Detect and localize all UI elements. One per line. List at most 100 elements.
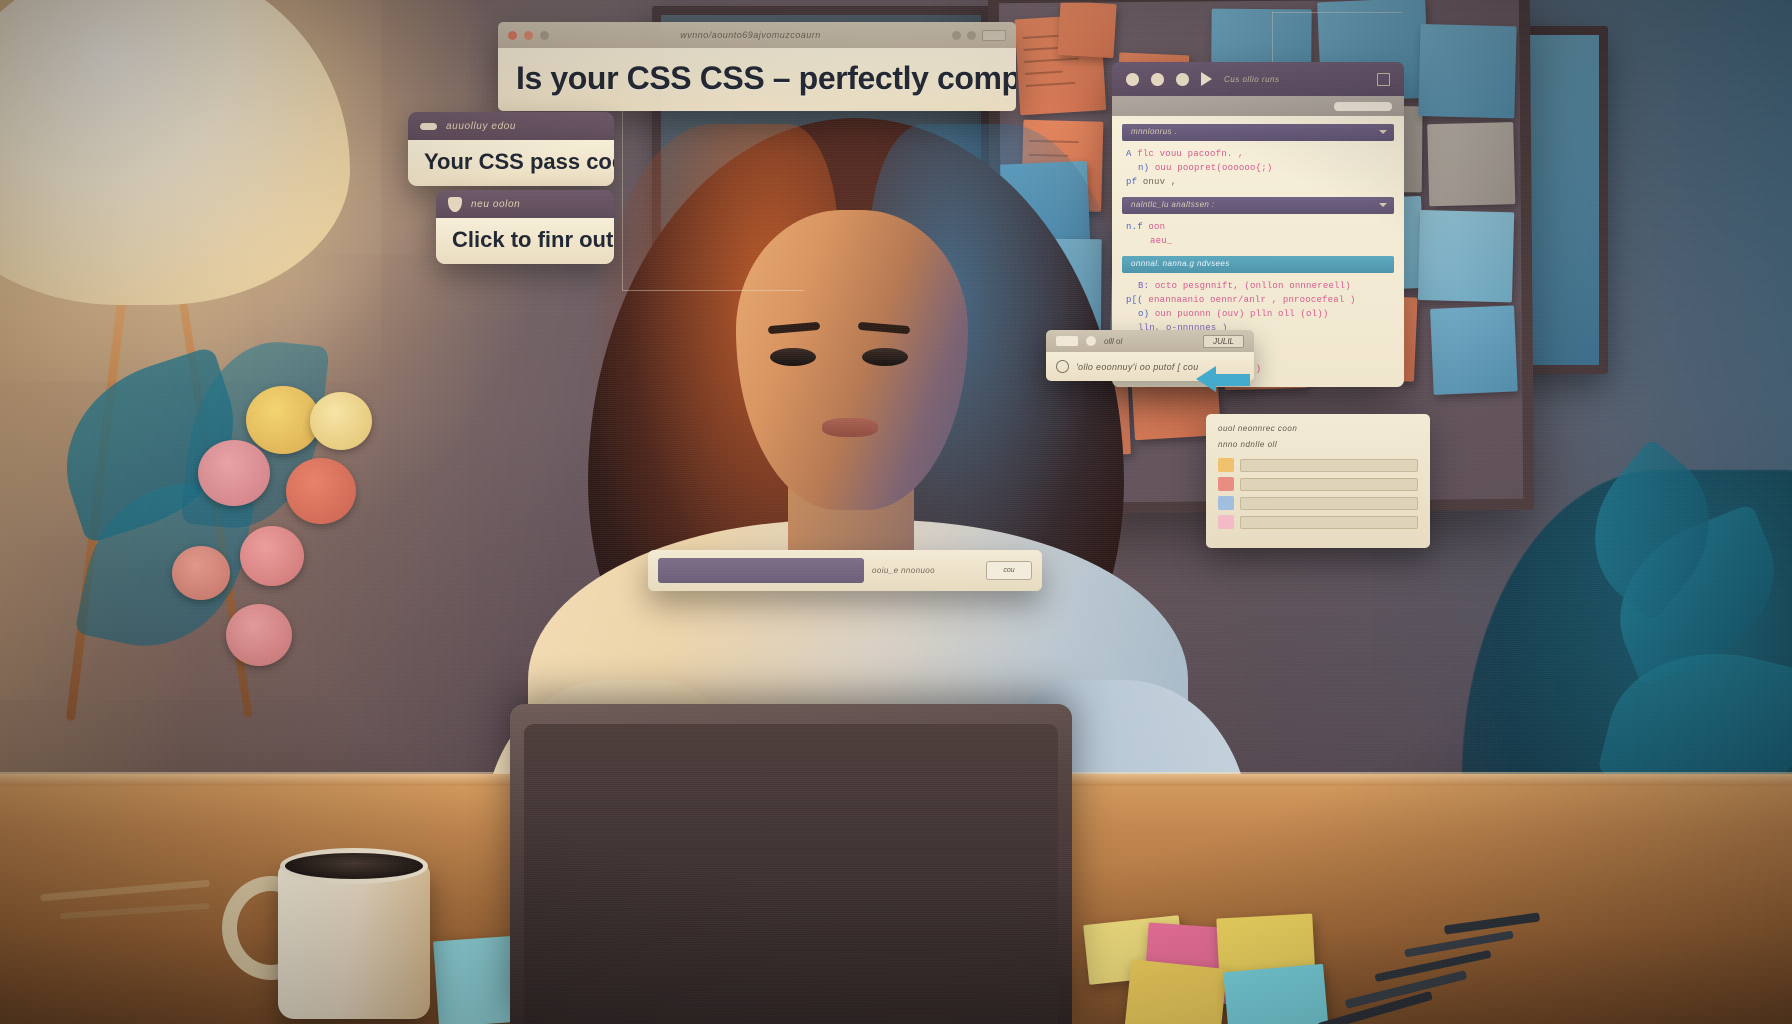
card-header-label: neu oolon xyxy=(471,198,521,210)
card-css-pass-code[interactable]: auuolluy edou Your CSS pass code? xyxy=(408,112,614,186)
minimize-icon[interactable] xyxy=(1377,72,1390,86)
desk-sticky-note-cyan-2 xyxy=(1223,963,1329,1024)
connector-line-editor-top xyxy=(1272,12,1402,14)
card-body: Click to finr out! xyxy=(436,218,614,264)
editor-section-2-highlighted[interactable]: onnnal. nanna.g ndvsees xyxy=(1122,255,1394,273)
code-token-text: enannaanio oennr/anlr , pnroocefeal ) xyxy=(1148,294,1356,305)
editor-toolbar[interactable] xyxy=(1112,96,1404,116)
popup-action-button[interactable]: JULIL xyxy=(1203,334,1244,348)
close-dot-icon[interactable] xyxy=(1126,72,1139,86)
code-line: o) oun puonnn (ouv) plln oll (ol)) xyxy=(1112,308,1404,322)
laptop-lid xyxy=(510,704,1072,1024)
desk-sticky-note-yellow-4 xyxy=(1124,959,1228,1024)
code-token-text: octo pesgnnift, (onllon onnnereell) xyxy=(1154,280,1351,291)
card-header: auuolluy edou xyxy=(408,112,614,140)
card-title: Your CSS pass code? xyxy=(424,149,614,174)
search-bar-overlay[interactable]: ooiu_e nnonuoo cou xyxy=(648,550,1042,591)
code-line: A flc vouu pacoofn. , xyxy=(1112,148,1404,162)
swatch-value-field[interactable] xyxy=(1240,515,1418,529)
swatch-row[interactable] xyxy=(1218,496,1418,510)
browser-banner-window[interactable]: wvnno/aounto69ajvomuzcoaurn Is your CSS … xyxy=(498,22,1016,111)
code-token-text: onuv , xyxy=(1142,176,1177,187)
swatch-chip[interactable] xyxy=(1218,496,1234,510)
code-token-keyword: B: xyxy=(1138,280,1150,291)
zoom-dot-icon[interactable] xyxy=(540,30,549,40)
swatch-chip[interactable] xyxy=(1218,477,1234,491)
restore-icon[interactable] xyxy=(982,29,1006,41)
eye-left xyxy=(770,348,816,366)
browser-title-bar[interactable]: wvnno/aounto69ajvomuzcoaurn xyxy=(498,22,1016,48)
code-token-text: aeu_ xyxy=(1150,235,1173,246)
chevron-down-icon[interactable] xyxy=(1379,202,1387,207)
lips xyxy=(822,418,878,437)
card-header: neu oolon xyxy=(436,190,614,218)
search-submit-button[interactable]: cou xyxy=(986,561,1032,580)
editor-title-bar[interactable]: Cus ollio runs xyxy=(1112,62,1404,96)
play-icon[interactable] xyxy=(1201,72,1212,86)
code-token-text: oon xyxy=(1148,221,1166,232)
code-line: n) ouu poopret(oooooo{;) xyxy=(1112,162,1404,176)
color-swatch-panel[interactable]: ouol neonnrec coon nnno ndnlle oll xyxy=(1206,414,1430,548)
popup-header[interactable]: olll ol JULIL xyxy=(1046,330,1254,352)
code-token-keyword: p[( xyxy=(1126,294,1143,305)
maximize-icon[interactable] xyxy=(967,30,976,40)
popup-header-label: olll ol xyxy=(1104,336,1123,346)
minimize-dot-icon[interactable] xyxy=(1151,72,1164,86)
code-token-text: flc vouu pacoofn. , xyxy=(1137,149,1244,159)
swatch-chip[interactable] xyxy=(1218,458,1234,472)
code-line: p[( enannaanio oennr/anlr , pnroocefeal … xyxy=(1112,294,1404,308)
window-circle-icon[interactable] xyxy=(1086,336,1096,346)
code-token-text: oun puonnn (ouv) plln oll (ol)) xyxy=(1154,308,1329,319)
zoom-dot-icon[interactable] xyxy=(1176,72,1189,86)
swatch-value-field[interactable] xyxy=(1240,458,1418,472)
arrow-left-tail xyxy=(1216,374,1250,386)
card-click-to-find-out[interactable]: neu oolon Click to finr out! xyxy=(436,190,614,264)
editor-toolbar-field[interactable] xyxy=(1334,101,1392,111)
pill-icon xyxy=(420,122,437,130)
swatch-value-field[interactable] xyxy=(1240,496,1418,510)
arrow-left-icon xyxy=(1196,366,1216,392)
lamp-shade xyxy=(0,0,350,305)
code-token-keyword: A xyxy=(1126,149,1132,159)
window-square-icon[interactable] xyxy=(1056,336,1078,346)
code-token-keyword: n.f xyxy=(1126,221,1143,232)
editor-section-label: nalntlc_lu analtssen : xyxy=(1131,199,1215,209)
address-bar-url[interactable]: wvnno/aounto69ajvomuzcoaurn xyxy=(556,30,945,40)
window-controls[interactable] xyxy=(952,29,1006,41)
swatch-row[interactable] xyxy=(1218,515,1418,529)
code-token-text: ouu poopret(oooooo{;) xyxy=(1154,162,1273,173)
eye-right xyxy=(862,348,908,366)
shield-icon xyxy=(448,196,462,212)
laptop-screen-back xyxy=(524,724,1058,1024)
connector-line-horizontal xyxy=(622,290,804,292)
editor-section-0[interactable]: mnnlonrus . xyxy=(1122,124,1394,141)
swatch-value-field[interactable] xyxy=(1240,477,1418,491)
card-title: Click to finr out! xyxy=(452,227,614,252)
chevron-down-icon[interactable] xyxy=(1379,130,1387,134)
card-header-label: auuolluy edou xyxy=(446,120,517,132)
swatch-panel-subtitle: nnno ndnlle oll xyxy=(1218,440,1278,449)
code-token-keyword: pf xyxy=(1126,176,1138,187)
banner-body: Is your CSS CSS – perfectly compatible? xyxy=(498,48,1016,111)
code-token-keyword: n) xyxy=(1138,162,1150,173)
info-icon xyxy=(1056,360,1069,373)
card-body: Your CSS pass code? xyxy=(408,140,614,186)
code-line: n.f oon xyxy=(1112,221,1404,235)
coffee-mug: CODE Cospofoto Onnaol oono nn E xyxy=(278,864,658,1019)
swatch-row[interactable] xyxy=(1218,477,1418,491)
scene-root: CODE Cospofoto Onnaol oono nn E wvnno/ao… xyxy=(0,0,1792,1024)
swatch-row[interactable] xyxy=(1218,458,1418,472)
swatch-panel-title: ouol neonnrec coon xyxy=(1218,424,1298,433)
search-input[interactable] xyxy=(658,558,864,583)
minimize-dot-icon[interactable] xyxy=(524,30,533,40)
flower-bouquet xyxy=(41,330,490,750)
code-token-keyword: o) xyxy=(1138,308,1150,319)
editor-section-label: onnnal. nanna.g ndvsees xyxy=(1131,258,1230,268)
editor-tab-label[interactable]: Cus ollio runs xyxy=(1224,75,1279,84)
editor-section-1[interactable]: nalntlc_lu analtssen : xyxy=(1122,196,1394,214)
banner-headline: Is your CSS CSS – perfectly compatible? xyxy=(516,60,1016,96)
search-placeholder-text: ooiu_e nnonuoo xyxy=(872,566,935,575)
minimize-icon[interactable] xyxy=(952,30,961,40)
close-dot-icon[interactable] xyxy=(508,30,517,40)
swatch-chip[interactable] xyxy=(1218,515,1234,529)
